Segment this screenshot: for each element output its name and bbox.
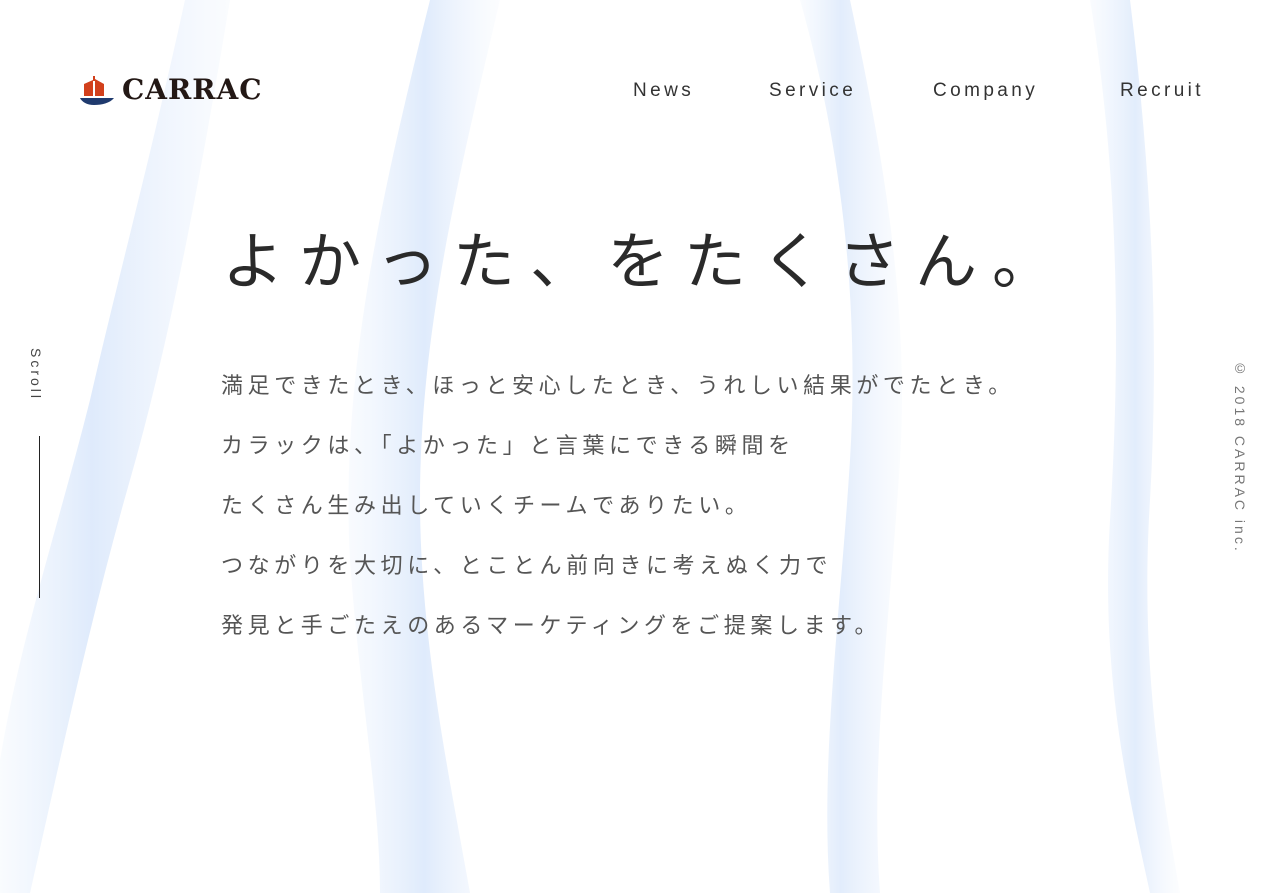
- nav-company[interactable]: Company: [933, 80, 1038, 102]
- scroll-label: Scroll: [28, 348, 44, 402]
- site-header: CARRAC News Service Company Recruit: [0, 0, 1285, 180]
- scroll-indicator[interactable]: Scroll: [24, 340, 58, 600]
- message-line-3: たくさん生み出していくチームでありたい。: [221, 494, 752, 519]
- message-line-1: 満足できたとき、ほっと安心したとき、うれしい結果がでたとき。: [221, 374, 1015, 399]
- nav-news[interactable]: News: [633, 80, 694, 102]
- hero-title: よかった、をたくさん。: [222, 225, 1070, 298]
- message-line-5: 発見と手ごたえのあるマーケティングをご提案します。: [221, 614, 882, 639]
- scroll-line: [39, 436, 40, 598]
- nav-recruit[interactable]: Recruit: [1120, 80, 1204, 102]
- message-line-4: つながりを大切に、とことん前向きに考えぬく力で: [221, 554, 833, 579]
- main-nav: News Service Company Recruit: [0, 80, 1285, 104]
- message-line-2: カラックは、「よかった」と言葉にできる瞬間を: [221, 434, 795, 459]
- copyright: © 2018 CARRAC inc.: [1232, 360, 1248, 554]
- nav-service[interactable]: Service: [769, 80, 856, 102]
- hero-message: 満足できたとき、ほっと安心したとき、うれしい結果がでたとき。 カラックは、「よか…: [221, 366, 1121, 666]
